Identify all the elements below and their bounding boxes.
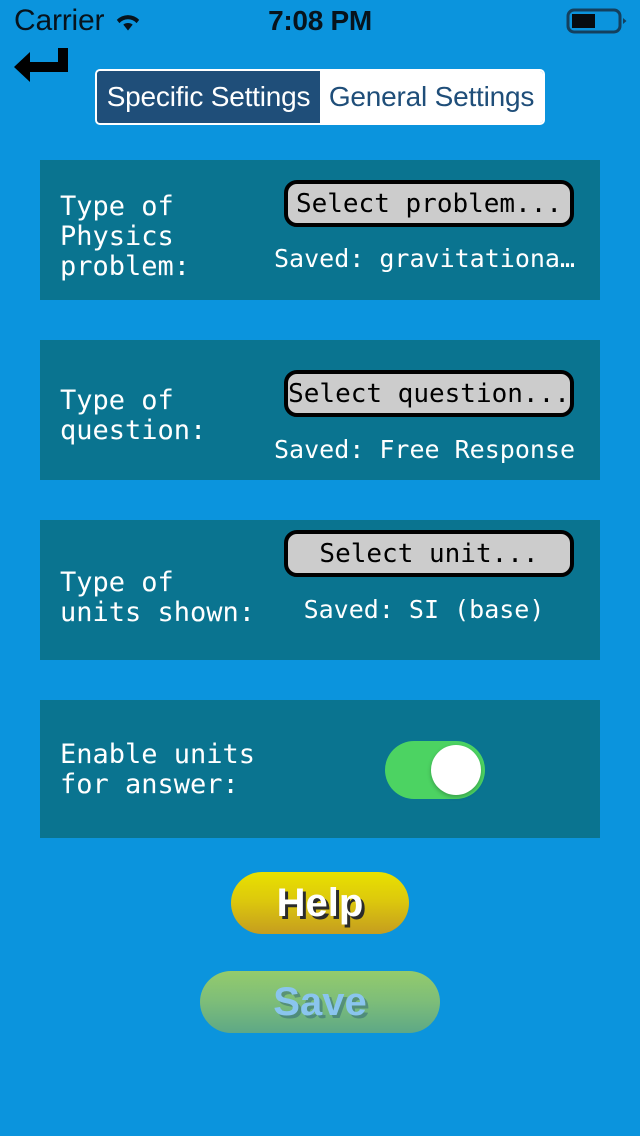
setting-label-physics-problem: Type of Physics problem:: [60, 191, 191, 282]
enable-units-toggle[interactable]: [385, 741, 485, 799]
select-question-button[interactable]: Select question...: [284, 370, 574, 417]
select-unit-button[interactable]: Select unit...: [284, 530, 574, 577]
setting-label-units-shown: Type of units shown:: [60, 567, 256, 628]
saved-value-units-shown: Saved: SI (base): [303, 595, 545, 624]
status-bar-right: [566, 7, 628, 35]
settings-segmented-control[interactable]: Specific Settings General Settings: [95, 69, 545, 125]
status-bar-time: 7:08 PM: [268, 5, 372, 36]
save-button[interactable]: Save: [200, 971, 440, 1033]
select-problem-button[interactable]: Select problem...: [284, 180, 574, 227]
saved-value-question-type: Saved: Free Response: [274, 435, 574, 464]
battery-half-icon: [566, 7, 628, 35]
tab-general-settings[interactable]: General Settings: [320, 71, 543, 123]
setting-label-question-type: Type of question:: [60, 385, 207, 446]
saved-value-physics-problem: Saved: gravitationa…: [274, 244, 574, 273]
help-button[interactable]: Help: [231, 872, 409, 934]
back-return-arrow-icon[interactable]: [12, 44, 74, 90]
tab-specific-settings[interactable]: Specific Settings: [97, 71, 320, 123]
toggle-knob: [431, 745, 481, 795]
setting-card-physics-problem: Type of Physics problem: Select problem.…: [40, 160, 600, 300]
setting-label-enable-units: Enable units for answer:: [60, 739, 256, 800]
setting-card-question-type: Type of question: Select question... Sav…: [40, 340, 600, 480]
status-bar: Carrier 7:08 PM: [0, 0, 640, 42]
setting-card-enable-units: Enable units for answer:: [40, 700, 600, 838]
setting-card-units-shown: Type of units shown: Select unit... Save…: [40, 520, 600, 660]
